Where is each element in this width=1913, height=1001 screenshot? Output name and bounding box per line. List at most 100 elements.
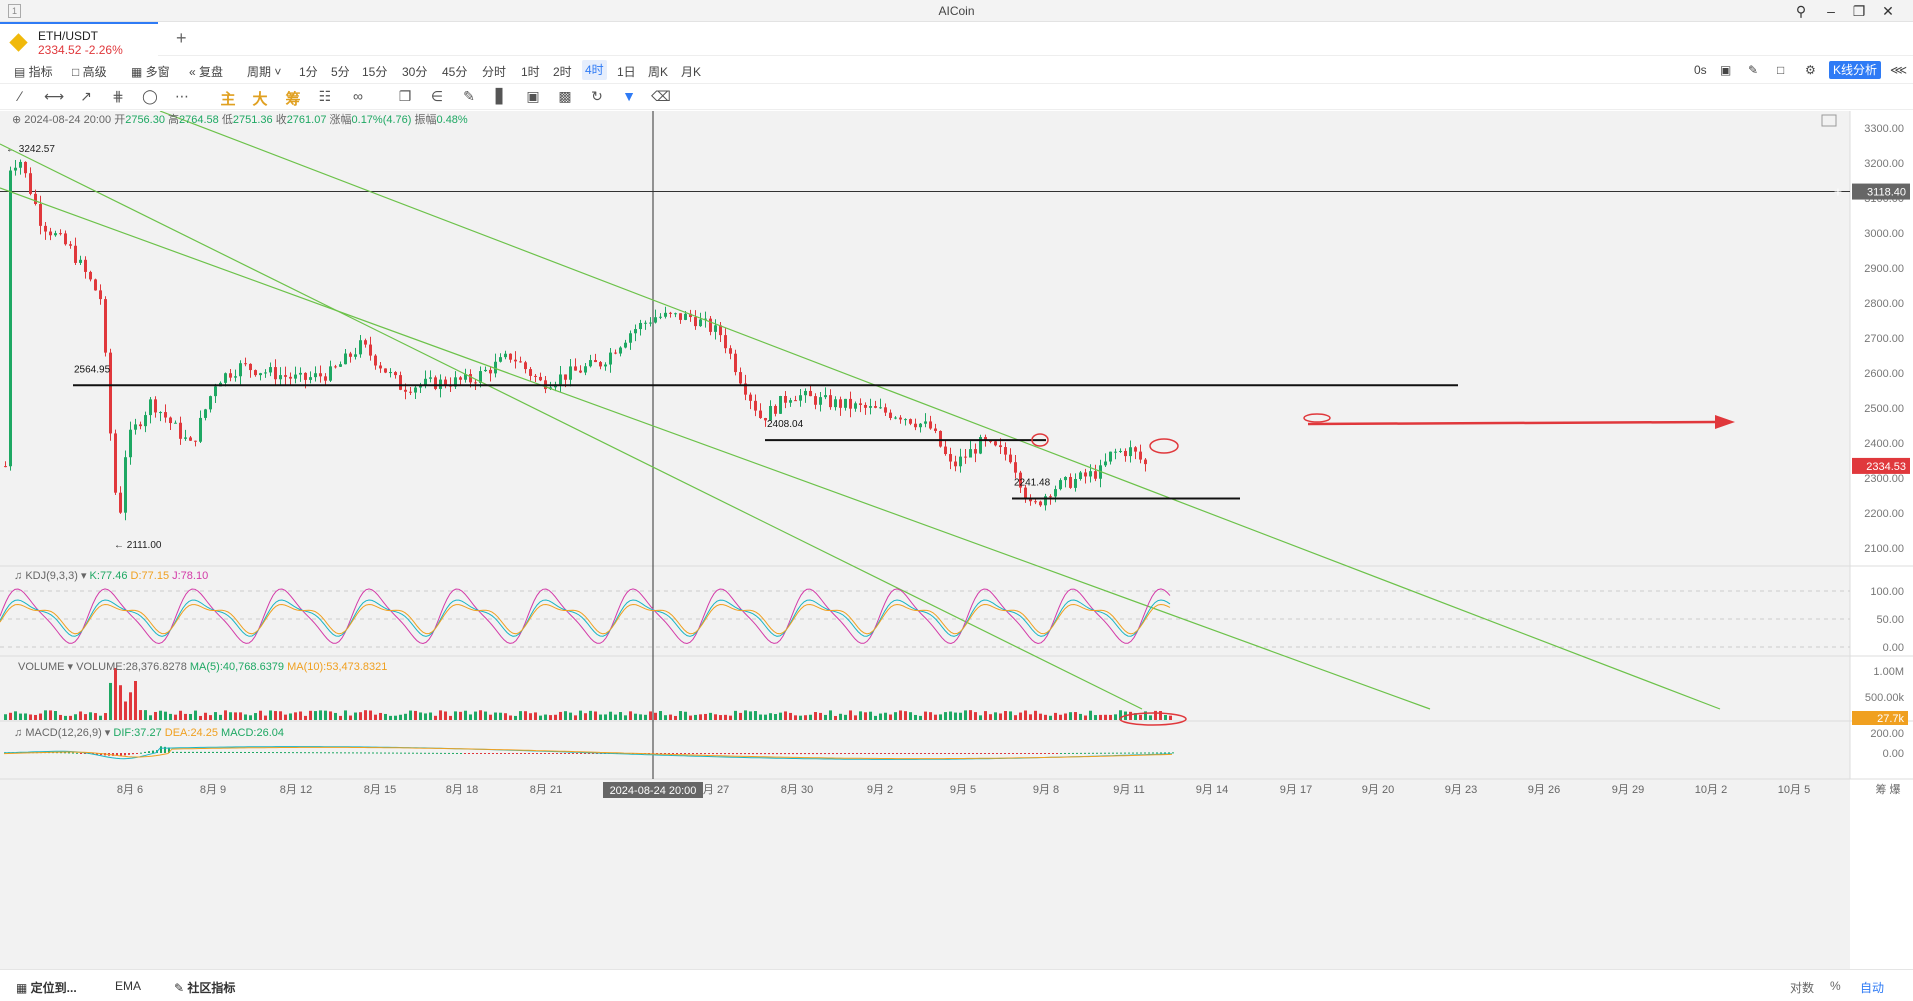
period-2h[interactable]: 2时 [553, 63, 572, 80]
kdj-bell-icon[interactable]: ♫ [14, 570, 22, 582]
period-1h[interactable]: 1时 [521, 63, 540, 80]
period-30m[interactable]: 30分 [402, 63, 427, 80]
volume-bar [309, 710, 312, 720]
ema-button[interactable]: EMA [115, 979, 141, 993]
macd-histogram-bar [992, 753, 994, 754]
volume-bar [1019, 712, 1022, 720]
big-order-toggle[interactable]: 大 [250, 88, 270, 109]
main-chart-toggle[interactable]: 主 [218, 88, 238, 109]
brush-icon[interactable]: ✎ [459, 88, 479, 105]
candle-body [649, 322, 652, 324]
volume-name[interactable]: VOLUME [18, 661, 64, 673]
log-scale-toggle[interactable]: 对数 [1790, 979, 1814, 996]
share-icon[interactable]: ⋘ [1890, 63, 1907, 77]
advanced-menu[interactable]: □ 高级 [72, 63, 107, 80]
tab-eth-usdt[interactable]: ETH/USDT 2334.52 -2.26% [0, 22, 158, 57]
macd-bell-icon[interactable]: ♫ [14, 727, 22, 739]
ohlc-close: 2761.07 [286, 114, 327, 126]
ruler-icon[interactable]: ∈ [427, 88, 447, 105]
volume-bar [869, 711, 872, 720]
macd-histogram-bar [1060, 752, 1062, 754]
candle-body [999, 445, 1002, 448]
volume-bar [519, 711, 522, 720]
locate-button[interactable]: ▦ 定位到... [16, 979, 77, 996]
period-week[interactable]: 周K [648, 63, 668, 80]
period-1d[interactable]: 1日 [617, 63, 636, 80]
period-timeline[interactable]: 分时 [482, 63, 506, 80]
percent-scale-toggle[interactable]: % [1830, 979, 1841, 993]
candle-body [969, 449, 972, 458]
candle-body [909, 419, 912, 424]
line-tool-icon[interactable]: ∕ [10, 88, 30, 104]
period-5m[interactable]: 5分 [331, 63, 350, 80]
copy-icon[interactable]: ❐ [395, 88, 415, 105]
macd-name[interactable]: MACD(12,26,9) [25, 727, 101, 739]
note-icon[interactable]: ▩ [555, 88, 575, 105]
candle-body [304, 372, 307, 380]
search-icon[interactable]: ⚲ [1790, 2, 1812, 20]
candles-icon[interactable]: ▋ [491, 88, 511, 105]
minimize-button[interactable]: – [1820, 2, 1842, 20]
kdj-legend: ♫ KDJ(9,3,3) ▾ K:77.46 D:77.15 J:78.10 [14, 570, 209, 582]
collapse-icon[interactable]: ⊕ [12, 114, 21, 126]
candle-body [4, 466, 7, 468]
macd-histogram-bar [892, 753, 894, 754]
indicator-menu[interactable]: ▤ 指标 [14, 63, 53, 80]
kdj-k: K:77.46 [89, 570, 128, 582]
community-indicators-button[interactable]: ✎ 社区指标 [174, 979, 235, 996]
more-tools-icon[interactable]: ⋯ [172, 88, 192, 105]
save-icon[interactable]: □ [1777, 63, 1784, 77]
candle-body [784, 396, 787, 403]
volume-ma5: MA(5):40,768.6379 [189, 661, 285, 673]
pen-icon[interactable]: ✎ [1748, 63, 1758, 77]
macd-histogram-bar [812, 753, 814, 755]
volume-bar [174, 714, 177, 720]
macd-histogram-bar [1156, 752, 1158, 754]
horizontal-line-tool-icon[interactable]: ⟷ [44, 88, 64, 105]
candle-body [569, 366, 572, 380]
volume-bar [664, 715, 667, 720]
trash-icon[interactable]: ⌫ [651, 88, 671, 105]
filter-icon[interactable]: ▼ [619, 88, 639, 104]
volume-bar [859, 711, 862, 720]
measure-icon[interactable]: ∞ [348, 88, 368, 104]
macd-histogram-bar [688, 753, 690, 755]
period-month[interactable]: 月K [681, 63, 701, 80]
drawing-toolbar: ∕ ⟷ ↗ ⋕ ◯ ⋯ 主 大 筹 ☷ ∞ ❐ ∈ ✎ ▋ ▣ ▩ ↻ ▼ ⌫ [0, 84, 1913, 110]
auto-scale-toggle[interactable]: 自动 [1860, 979, 1884, 996]
replay-menu[interactable]: « 复盘 [189, 63, 223, 80]
compare-icon[interactable]: ☷ [315, 88, 335, 105]
macd-histogram-bar [300, 752, 302, 754]
macd-histogram-bar [344, 752, 346, 754]
macd-histogram-bar [828, 753, 830, 755]
kline-analysis-button[interactable]: K线分析 [1829, 61, 1881, 79]
lock-icon[interactable]: ▣ [523, 88, 543, 105]
macd-histogram-bar [964, 753, 966, 754]
price-chart[interactable]: 3300.003200.003100.003000.002900.002800.… [0, 110, 1913, 969]
kdj-name[interactable]: KDJ(9,3,3) [25, 570, 78, 582]
period-menu[interactable]: 周期 ˅ [247, 63, 281, 80]
add-tab-button[interactable]: + [176, 28, 187, 49]
period-4h[interactable]: 4时 [582, 60, 607, 80]
close-button[interactable]: ✕ [1877, 2, 1899, 20]
settings-icon[interactable]: ⚙ [1805, 63, 1816, 77]
multi-window-menu[interactable]: ▦ 多窗 [131, 63, 170, 80]
kdj-j: J:78.10 [172, 570, 209, 582]
channel-tool-icon[interactable]: ⋕ [108, 88, 128, 105]
macd-histogram-bar [848, 753, 850, 755]
chip-toggle[interactable]: 筹 [283, 88, 303, 109]
chart-area[interactable]: 3300.003200.003100.003000.002900.002800.… [0, 110, 1913, 969]
period-45m[interactable]: 45分 [442, 63, 467, 80]
ray-tool-icon[interactable]: ↗ [76, 88, 96, 105]
volume-bar [644, 714, 647, 720]
magnet-icon[interactable]: ↻ [587, 88, 607, 105]
volume-bar [1089, 710, 1092, 720]
restore-button[interactable]: ❐ [1848, 2, 1870, 20]
macd-histogram-bar [724, 753, 726, 755]
period-15m[interactable]: 15分 [362, 63, 387, 80]
period-1m[interactable]: 1分 [299, 63, 318, 80]
candle-body [919, 423, 922, 428]
camera-icon[interactable]: ▣ [1720, 63, 1731, 77]
macd-histogram-bar [736, 753, 738, 755]
ellipse-tool-icon[interactable]: ◯ [140, 88, 160, 105]
